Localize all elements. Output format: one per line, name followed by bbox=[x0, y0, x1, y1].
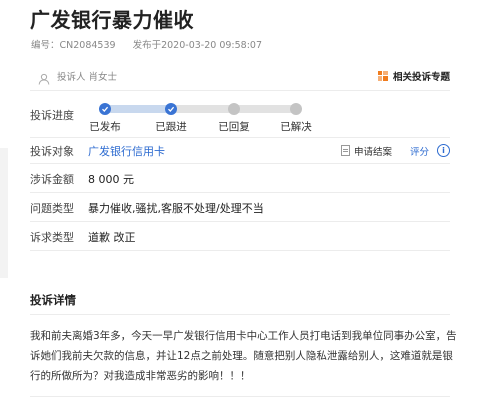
detail-divider bbox=[30, 314, 450, 315]
progress-tracker: 已发布 已跟进 已回复 已解决 bbox=[88, 92, 312, 138]
case-number: 编号：CN2084539 bbox=[31, 40, 116, 51]
related-topics-link[interactable]: 相关投诉专题 bbox=[377, 69, 450, 83]
topic-grid-icon bbox=[377, 70, 388, 81]
issue-type-value: 暴力催收,骚扰,客服不处理/处理不当 bbox=[88, 201, 264, 215]
info-icon[interactable]: i bbox=[437, 144, 450, 157]
step-label-resolved: 已解决 bbox=[280, 121, 312, 133]
bottom-divider bbox=[30, 396, 450, 397]
publish-time: 发布于2020-03-20 09:58:07 bbox=[132, 40, 262, 51]
rate-link[interactable]: 评分 bbox=[410, 144, 429, 158]
target-link[interactable]: 广发银行信用卡 bbox=[88, 143, 165, 159]
target-label: 投诉对象 bbox=[30, 144, 74, 158]
step-dot-followed bbox=[165, 103, 177, 115]
step-label-replied: 已回复 bbox=[218, 121, 250, 133]
apply-close-label: 申请结案 bbox=[353, 146, 392, 158]
demand-type-value: 道歉 改正 bbox=[88, 230, 136, 244]
detail-text: 我和前夫离婚3年多，今天一早广发银行信用卡中心工作人员打电话到我单位同事办公室，… bbox=[30, 330, 457, 382]
step-label-published: 已发布 bbox=[89, 121, 121, 133]
detail-title: 投诉详情 bbox=[30, 293, 76, 307]
left-edge-strip bbox=[0, 148, 8, 278]
amount-value: 8 000 元 bbox=[88, 172, 134, 186]
issue-type-label: 问题类型 bbox=[30, 201, 74, 215]
step-label-followed: 已跟进 bbox=[155, 121, 187, 133]
demand-type-row: 诉求类型 道歉 改正 bbox=[30, 223, 450, 251]
user-icon bbox=[38, 70, 50, 85]
step-dot-replied bbox=[228, 103, 240, 115]
issue-type-row: 问题类型 暴力催收,骚扰,客服不处理/处理不当 bbox=[30, 194, 450, 222]
document-icon bbox=[340, 145, 350, 156]
progress-fill bbox=[105, 105, 171, 113]
complainant-row: 投诉人 肖女士 相关投诉专题 bbox=[30, 61, 450, 91]
apply-close-button[interactable]: 申请结案 bbox=[340, 144, 392, 158]
step-dot-resolved bbox=[290, 103, 302, 115]
complaint-meta: 编号：CN2084539 发布于2020-03-20 09:58:07 bbox=[31, 37, 262, 51]
related-topics-label: 相关投诉专题 bbox=[392, 71, 450, 83]
amount-label: 涉诉金额 bbox=[30, 172, 74, 186]
page-title: 广发银行暴力催收 bbox=[30, 8, 194, 32]
target-row: 投诉对象 广发银行信用卡 申请结案 评分 i bbox=[30, 138, 450, 164]
progress-label: 投诉进度 bbox=[30, 109, 74, 122]
progress-row: 投诉进度 已发布 已跟进 已回复 已解决 bbox=[30, 92, 450, 138]
amount-row: 涉诉金额 8 000 元 bbox=[30, 165, 450, 193]
target-actions: 申请结案 评分 i bbox=[340, 144, 450, 158]
complainant-label: 投诉人 bbox=[57, 71, 86, 83]
step-dot-published bbox=[99, 103, 111, 115]
complainant-name: 肖女士 bbox=[88, 71, 118, 83]
demand-type-label: 诉求类型 bbox=[30, 230, 74, 244]
